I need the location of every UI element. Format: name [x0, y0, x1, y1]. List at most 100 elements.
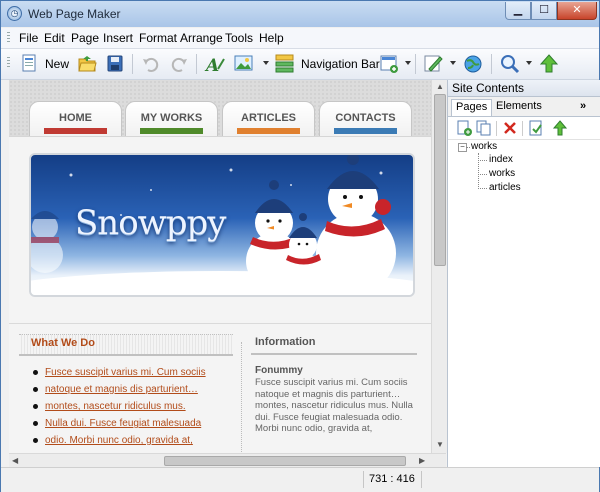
upload-arrow-icon[interactable]	[538, 53, 560, 75]
new-page-icon[interactable]	[19, 53, 39, 75]
nav-tab-home[interactable]: HOME	[29, 101, 122, 141]
toolbar-grip-handle[interactable]	[7, 57, 10, 69]
edit-pen-dropdown[interactable]	[450, 61, 456, 65]
snowman-banner-image[interactable]: Snowppy	[29, 153, 415, 297]
list-item[interactable]: Nulla dui. Fusce feugiat malesuada	[33, 417, 233, 434]
open-folder-icon[interactable]	[77, 53, 97, 75]
tree-connector	[478, 153, 479, 189]
tab-pages[interactable]: Pages	[451, 99, 493, 116]
menu-grip-handle[interactable]	[7, 32, 10, 44]
tree-connector	[478, 174, 487, 175]
web-page-maker-logo-icon: ◷	[7, 6, 22, 21]
cursor-coordinates: 731 : 416	[369, 473, 415, 485]
page-properties-icon[interactable]	[528, 120, 544, 136]
status-separator	[421, 471, 422, 488]
tree-node-articles[interactable]: articles	[489, 182, 521, 193]
scroll-left-arrow-icon[interactable]: ◀	[12, 456, 18, 465]
move-up-arrow-icon[interactable]	[552, 120, 568, 136]
site-contents-tabs: Pages Elements »	[448, 97, 600, 117]
vertical-scroll-thumb[interactable]	[434, 94, 446, 266]
nav-tab-articles-label: ARTICLES	[241, 112, 296, 124]
delete-page-icon[interactable]	[502, 120, 518, 136]
menu-arrange[interactable]: Arrange	[180, 31, 223, 45]
nav-tab-articles[interactable]: ARTICLES	[222, 101, 315, 141]
column-divider	[241, 342, 243, 453]
toolbar-separator	[496, 121, 497, 136]
new-button-label[interactable]: New	[45, 57, 69, 71]
list-item[interactable]: Fusce suscipit varius mi. Cum sociis	[33, 366, 233, 383]
duplicate-page-icon[interactable]	[476, 120, 492, 136]
menu-tools[interactable]: Tools	[225, 31, 253, 45]
nav-tab-articles-underline	[237, 128, 300, 134]
site-contents-panel: Site Contents Pages Elements » − works i…	[447, 80, 600, 467]
zoom-icon[interactable]	[499, 53, 521, 75]
list-item[interactable]: natoque et magnis dis parturient…	[33, 383, 233, 400]
status-bar: 731 : 416	[1, 467, 599, 492]
what-we-do-section: What We Do Fusce suscipit varius mi. Cum…	[19, 334, 233, 451]
minimize-button[interactable]: ▁	[505, 2, 531, 20]
insert-image-dropdown[interactable]	[263, 61, 269, 65]
tree-connector	[478, 160, 487, 161]
nav-tab-home-underline	[44, 128, 107, 134]
design-canvas[interactable]: HOME MY WORKS ARTICLES CONTACTS Snowppy …	[9, 80, 431, 453]
toolbar-separator	[196, 54, 197, 74]
toolbar-separator	[491, 54, 492, 74]
zoom-dropdown[interactable]	[526, 61, 532, 65]
menu-file[interactable]: File	[19, 31, 38, 45]
nav-tab-my-works-underline	[140, 128, 203, 134]
what-we-do-heading: What We Do	[19, 334, 233, 356]
tree-node-root[interactable]: works	[471, 141, 497, 152]
insert-object-icon[interactable]	[379, 53, 401, 75]
information-heading: Information	[251, 334, 417, 355]
scroll-down-arrow-icon[interactable]: ▼	[436, 440, 444, 449]
information-section: Information Fonummy Fusce suscipit variu…	[251, 334, 417, 435]
toolbar-separator	[132, 54, 133, 74]
title-bar[interactable]: ◷ Web Page Maker ▁ ☐ ✕	[1, 1, 599, 27]
nav-tab-contacts[interactable]: CONTACTS	[319, 101, 412, 141]
banner-title: Snowppy	[75, 203, 226, 243]
nav-tab-home-label: HOME	[59, 112, 92, 124]
information-body: Fusce suscipit varius mi. Cum sociis nat…	[255, 377, 413, 434]
list-item[interactable]: montes, nascetur ridiculus mus.	[33, 400, 233, 417]
save-icon[interactable]	[105, 53, 125, 75]
horizontal-scroll-thumb[interactable]	[164, 456, 406, 466]
information-subtitle: Fonummy	[255, 365, 303, 376]
what-we-do-link-list: Fusce suscipit varius mi. Cum sociis nat…	[19, 366, 233, 451]
nav-tab-my-works-label: MY WORKS	[140, 112, 203, 124]
menu-insert[interactable]: Insert	[103, 31, 133, 45]
close-button[interactable]: ✕	[557, 2, 597, 20]
undo-icon[interactable]	[141, 53, 161, 75]
site-contents-toolbar	[448, 117, 600, 140]
navigation-bar-icon[interactable]	[274, 53, 296, 75]
insert-object-dropdown[interactable]	[405, 61, 411, 65]
scroll-up-arrow-icon[interactable]: ▲	[436, 82, 444, 91]
navigation-bar-button-label[interactable]: Navigation Bar	[301, 57, 380, 71]
toolbar-separator	[415, 54, 416, 74]
menu-bar: File Edit Page Insert Format Arrange Too…	[1, 28, 599, 49]
publish-globe-icon[interactable]	[462, 53, 484, 75]
menu-edit[interactable]: Edit	[44, 31, 65, 45]
tree-node-index[interactable]: index	[489, 154, 513, 165]
horizontal-scrollbar[interactable]: ◀ ▶	[9, 453, 446, 468]
window-title: Web Page Maker	[28, 7, 121, 21]
scroll-right-arrow-icon[interactable]: ▶	[419, 456, 425, 465]
more-tabs-chevron-icon[interactable]: »	[576, 99, 590, 116]
insert-text-icon[interactable]: A	[204, 53, 226, 75]
tab-elements[interactable]: Elements	[492, 99, 546, 116]
vertical-scrollbar[interactable]: ▲ ▼	[431, 80, 447, 453]
redo-icon[interactable]	[169, 53, 189, 75]
tree-connector	[478, 188, 487, 189]
tree-node-works[interactable]: works	[489, 168, 515, 179]
maximize-button[interactable]: ☐	[531, 2, 557, 20]
nav-tab-my-works[interactable]: MY WORKS	[125, 101, 218, 141]
add-page-icon[interactable]	[456, 120, 472, 136]
menu-page[interactable]: Page	[71, 31, 99, 45]
menu-help[interactable]: Help	[259, 31, 284, 45]
content-divider	[9, 323, 431, 324]
edit-pen-icon[interactable]	[423, 53, 445, 75]
svg-text:A: A	[204, 56, 219, 75]
list-item[interactable]: odio. Morbi nunc odio, gravida at,	[33, 434, 233, 451]
menu-format[interactable]: Format	[139, 31, 177, 45]
insert-image-icon[interactable]	[233, 53, 255, 75]
page-body: Snowppy What We Do Fusce suscipit varius…	[9, 136, 431, 453]
